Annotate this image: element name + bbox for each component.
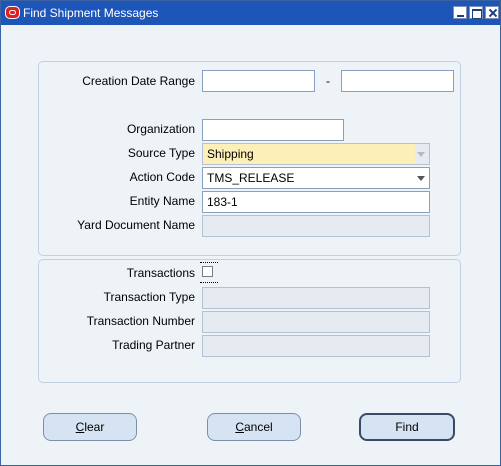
transaction-type-field[interactable] [202,287,430,309]
organization-field[interactable] [202,119,344,141]
creation-date-range-label: Creation Date Range [82,74,195,88]
window-title: Find Shipment Messages [23,6,159,20]
source-type-label: Source Type [127,146,195,160]
yard-document-name-field[interactable] [202,215,430,237]
entity-name-field[interactable]: 183-1 [202,191,430,213]
focus-indicator-bottom [200,282,218,283]
clear-button[interactable]: Clear [43,413,137,441]
transaction-type-label: Transaction Type [103,290,195,304]
chevron-down-icon[interactable] [413,168,429,188]
transactions-checkbox[interactable] [202,266,213,277]
action-code-value: TMS_RELEASE [207,171,295,185]
cancel-button-mnemonic: C [235,420,244,434]
creation-date-to-field[interactable] [341,70,454,92]
action-code-label: Action Code [129,170,195,184]
date-range-separator: - [326,74,330,88]
clear-button-label: lear [84,420,105,434]
transactions-label: Transactions [126,266,195,280]
find-shipment-messages-window: Find Shipment Messages Creation Date Ran… [0,0,501,466]
cancel-button-label: ancel [243,420,273,434]
organization-label: Organization [126,122,195,136]
creation-date-from-field[interactable] [202,70,315,92]
title-bar[interactable]: Find Shipment Messages [1,1,500,25]
oracle-logo-icon [5,6,20,19]
transaction-number-label: Transaction Number [86,314,195,328]
chevron-down-icon[interactable] [413,144,429,164]
close-icon[interactable] [485,6,499,19]
transaction-number-field[interactable] [202,311,430,333]
action-code-dropdown[interactable]: TMS_RELEASE [202,167,430,189]
source-type-dropdown[interactable]: Shipping [202,143,430,165]
trading-partner-field[interactable] [202,335,430,357]
find-button[interactable]: Find [359,413,455,441]
find-button-label: Find [395,420,419,434]
cancel-button[interactable]: Cancel [207,413,301,441]
focus-indicator-top [200,262,218,263]
trading-partner-label: Trading Partner [112,338,195,352]
entity-name-label: Entity Name [129,194,195,208]
source-type-value: Shipping [207,147,254,161]
maximize-icon[interactable] [469,6,483,19]
yard-document-name-label: Yard Document Name [77,218,195,232]
minimize-icon[interactable] [453,6,467,19]
